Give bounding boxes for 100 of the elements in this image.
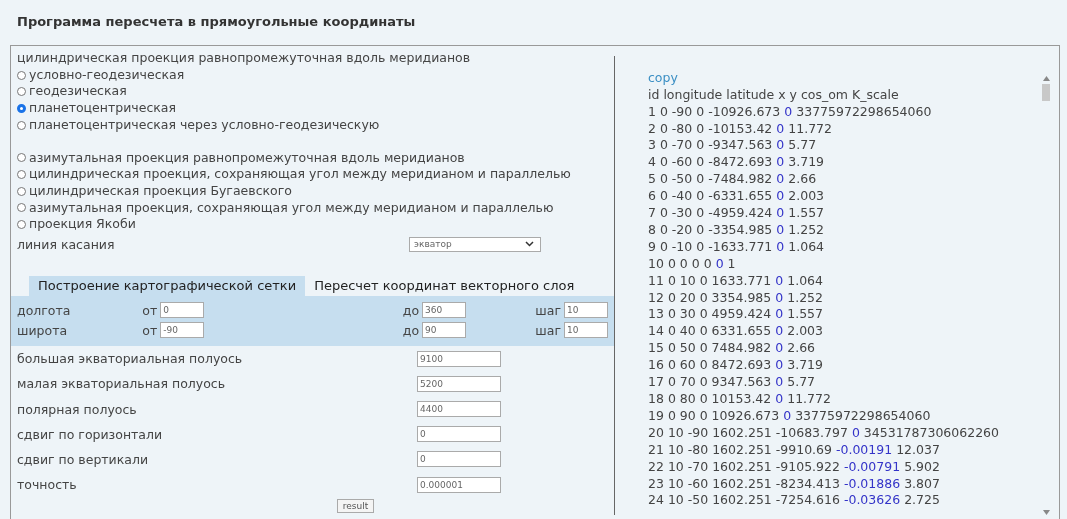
range-label: долгота: [17, 302, 72, 318]
from-field[interactable]: -90: [160, 322, 205, 339]
parameter-field[interactable]: 9100: [417, 350, 501, 367]
cos-om-value: 0: [775, 272, 784, 288]
output-values: 9 0 -10 0 -1633.771: [648, 238, 773, 254]
parameter-field[interactable]: 4400: [417, 401, 501, 417]
tab[interactable]: Пересчет координат векторного слоя: [305, 276, 584, 297]
scale-value: 2.66: [788, 171, 817, 187]
scale-value: 5.902: [904, 458, 940, 474]
scale-value: 1.064: [787, 272, 823, 288]
scroll-down-icon[interactable]: [1042, 510, 1050, 515]
parameter-label: малая экваториальная полуось: [17, 376, 227, 392]
step-label: шаг: [535, 322, 561, 338]
step-field[interactable]: 10: [564, 302, 608, 319]
output-values: 13 0 30 0 4959.424: [648, 306, 772, 322]
cos-om-value: -0.03626: [843, 492, 901, 508]
chevron-icon: [525, 241, 534, 248]
projection-option[interactable]: азимутальная проекция, сохраняющая угол между меридианом и параллелью: [17, 199, 614, 217]
tab[interactable]: Построение картографической сетки: [29, 276, 306, 297]
cos-om-value: 0: [775, 323, 784, 339]
cos-om-value: 0: [776, 205, 785, 221]
projection-option[interactable]: цилиндрическая проекция, сохраняющая угол между меридианом и параллелью: [17, 166, 614, 183]
scale-value: 3.719: [788, 154, 825, 170]
output-values: 22 10 -70 1602.251 -9105.922: [648, 458, 840, 474]
projection-option[interactable]: азимутальная проекция равнопромежуточная вдоль меридианов: [17, 149, 614, 167]
scale-value: 33775972298654060: [796, 103, 932, 119]
tangent-line-select[interactable]: экватор: [409, 236, 541, 252]
radio-button[interactable]: [17, 186, 26, 196]
parameter-label: точность: [17, 477, 78, 493]
scale-value: 2.003: [787, 323, 823, 339]
cos-om-value: 0: [775, 289, 784, 305]
scale-value: 1.252: [787, 289, 823, 305]
cos-om-value: 0: [775, 391, 784, 406]
cos-om-value: -0.00791: [843, 458, 901, 474]
step-label: шаг: [535, 302, 561, 318]
projection-option[interactable]: планетоцентрическая через условно-геодезическую: [17, 116, 614, 134]
output-values: 11 0 10 0 1633.771: [648, 272, 772, 288]
to-field[interactable]: 360: [422, 302, 467, 319]
scroll-up-icon[interactable]: [1042, 76, 1050, 81]
cos-om-value: 0: [776, 171, 785, 187]
from-label: от: [142, 302, 158, 318]
output-values: 14 0 40 0 6331.655: [648, 323, 772, 339]
step-field[interactable]: 10: [564, 322, 608, 339]
radio-button[interactable]: [17, 87, 26, 97]
output-header: id longitude latitude x y cos_om K_scale: [648, 86, 900, 104]
scale-value: 2.66: [787, 340, 816, 356]
radio-button[interactable]: [17, 203, 26, 213]
radio-button[interactable]: [17, 120, 26, 130]
parameter-label: полярная полуось: [17, 401, 138, 417]
scale-value: 5.77: [788, 137, 817, 153]
radio-button[interactable]: [17, 103, 26, 113]
projection-option[interactable]: цилиндрическая проекция Бугаевского: [17, 182, 614, 200]
output-values: 6 0 -40 0 -6331.655: [648, 188, 773, 204]
projection-option[interactable]: условно-геодезическая: [17, 66, 614, 84]
cos-om-value: 0: [776, 221, 785, 237]
projection-option[interactable]: проекция Якоби: [17, 216, 614, 234]
cos-om-value: 0: [776, 238, 785, 254]
scale-value: 12.037: [896, 441, 940, 457]
to-label: до: [402, 302, 420, 318]
radio-button[interactable]: [17, 70, 26, 80]
output-values: 7 0 -30 0 -4959.424: [648, 205, 773, 221]
cos-om-value: 0: [776, 120, 785, 136]
cos-om-value: -0.00191: [835, 441, 893, 457]
from-field[interactable]: 0: [160, 302, 205, 319]
scale-value: 2.003: [788, 188, 825, 204]
scale-value: 1.252: [788, 221, 825, 237]
radio-button[interactable]: [17, 170, 26, 180]
output-values: 8 0 -20 0 -3354.985: [648, 221, 773, 237]
parameter-field[interactable]: 5200: [417, 375, 501, 392]
projection-option[interactable]: геодезическая: [17, 83, 614, 101]
scale-value: 1.064: [788, 238, 825, 254]
to-field[interactable]: 90: [422, 322, 467, 339]
output-values: 10 0 0 0 0: [648, 255, 712, 271]
copy-link[interactable]: copy: [648, 70, 1041, 87]
scrollbar[interactable]: [1041, 76, 1051, 515]
result-button[interactable]: result: [336, 499, 375, 514]
scale-value: 5.77: [787, 374, 816, 390]
scale-value: 33775972298654060: [795, 407, 931, 423]
tangent-line-label: линия касания: [17, 236, 116, 252]
parameter-field[interactable]: 0.000001: [417, 476, 501, 493]
cos-om-value: 0: [776, 154, 785, 170]
radio-button[interactable]: [17, 153, 26, 163]
page-title: Программа пересчета в прямоугольные координаты: [16, 14, 417, 31]
cos-om-value: 0: [775, 306, 784, 322]
cos-om-value: 0: [783, 407, 792, 423]
output-values: 18 0 80 0 10153.42: [648, 391, 772, 406]
scroll-thumb[interactable]: [1042, 84, 1050, 101]
to-label: до: [402, 322, 420, 338]
cos-om-value: 0: [776, 188, 785, 204]
radio-button[interactable]: [17, 220, 26, 230]
output-values: 23 10 -60 1602.251 -8234.413: [648, 475, 840, 491]
cos-om-value: 0: [775, 340, 784, 356]
scale-value: 34531787306062260: [863, 424, 1000, 440]
scale-value: 1.557: [788, 205, 825, 221]
output-values: 1 0 -90 0 -10926.673: [648, 103, 781, 119]
output-values: 19 0 90 0 10926.673: [648, 407, 780, 423]
output-values: 15 0 50 0 7484.982: [648, 340, 772, 356]
projection-option[interactable]: планетоцентрическая: [17, 100, 614, 117]
parameter-field[interactable]: 0: [417, 451, 501, 468]
parameter-field[interactable]: 0: [417, 426, 501, 443]
